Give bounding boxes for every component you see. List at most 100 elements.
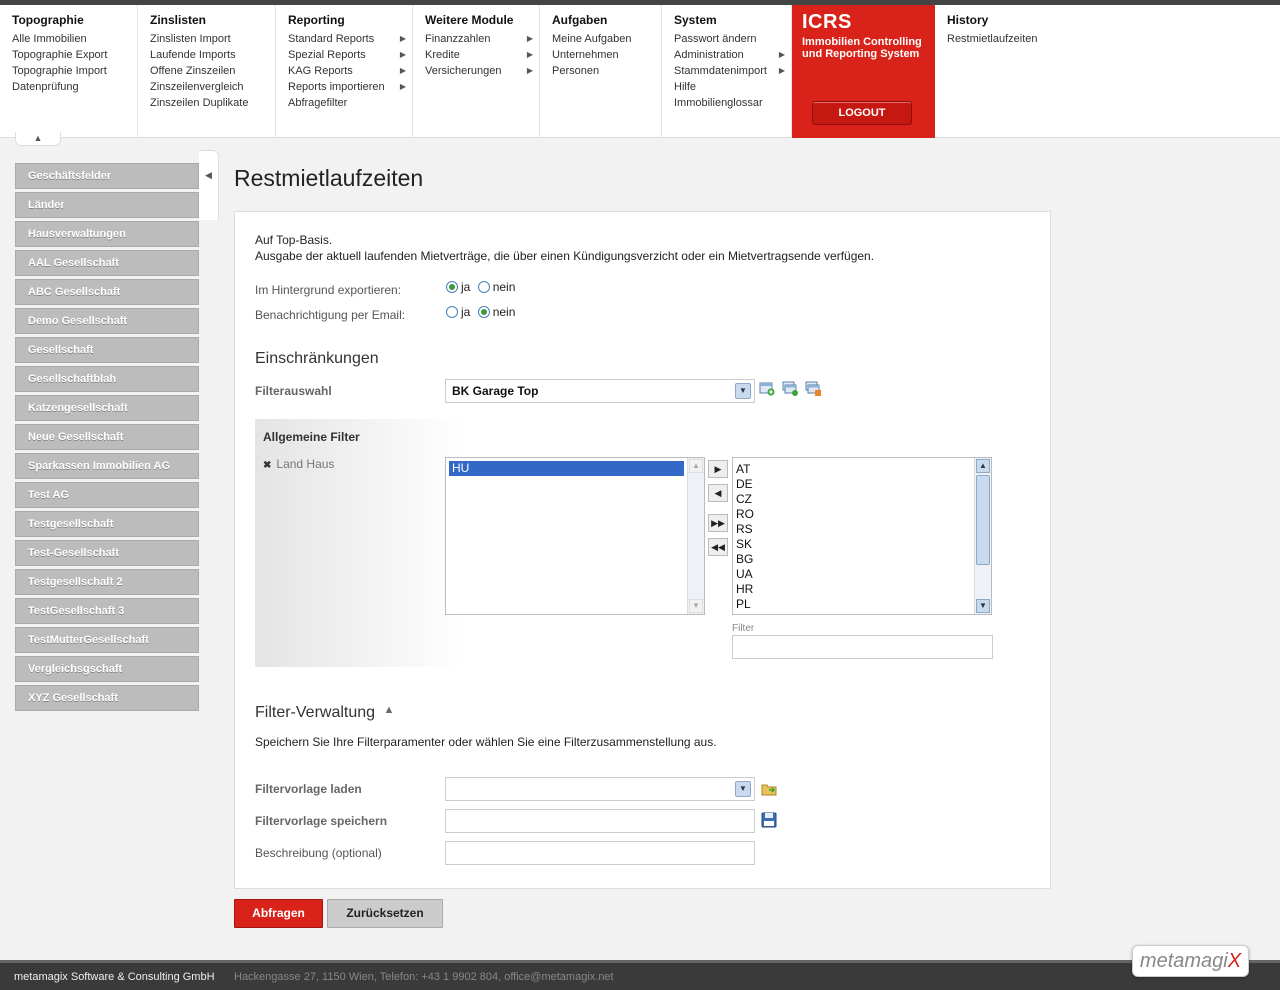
menu-item[interactable]: Offene Zinszeilen — [150, 63, 275, 79]
description-input[interactable] — [445, 841, 755, 865]
menu-title[interactable]: Reporting — [288, 13, 412, 27]
sidebar-item[interactable]: Vergleichsgschaft — [15, 656, 199, 682]
menu-item-label: Abfragefilter — [288, 97, 348, 109]
menu-item[interactable]: Personen — [552, 63, 661, 79]
menu-item[interactable]: Kredite ▶ — [425, 47, 539, 63]
menu-item[interactable]: Datenprüfung — [12, 79, 137, 95]
sidebar-toggle-icon[interactable]: ◀ — [205, 170, 212, 181]
sidebar-item[interactable]: Hausverwaltungen — [15, 221, 199, 247]
move-left-button[interactable]: ◀ — [708, 484, 728, 502]
sidebar-item[interactable]: XYZ Gesellschaft — [15, 685, 199, 711]
menu-item[interactable]: Zinszeilen Duplikate — [150, 95, 275, 111]
list-option[interactable]: BG — [733, 552, 991, 567]
menu-item[interactable]: Zinszeilenvergleich — [150, 79, 275, 95]
list-option[interactable]: RO — [733, 507, 991, 522]
menu-item[interactable]: Abfragefilter — [288, 95, 412, 111]
copy-filter-icon[interactable] — [782, 380, 798, 396]
sidebar-item[interactable]: Katzengesellschaft — [15, 395, 199, 421]
menu-item[interactable]: Finanzzahlen ▶ — [425, 31, 539, 47]
menu-item[interactable]: Zinslisten Import — [150, 31, 275, 47]
scroll-thumb[interactable] — [976, 475, 990, 565]
menu-item[interactable]: Administration ▶ — [674, 47, 791, 63]
sidebar-item[interactable]: Neue Gesellschaft — [15, 424, 199, 450]
scroll-up-icon[interactable]: ▲ — [976, 459, 990, 473]
menu-item[interactable]: Reports importieren ▶ — [288, 79, 412, 95]
scroll-up-icon[interactable]: ▲ — [689, 459, 703, 473]
sidebar-item[interactable]: Gesellschaft — [15, 337, 199, 363]
email-yes-radio[interactable] — [446, 306, 458, 318]
collapse-up-icon[interactable]: ▲ — [384, 704, 395, 716]
menu-title[interactable]: Zinslisten — [150, 13, 275, 27]
move-all-left-button[interactable]: ◀◀ — [708, 538, 728, 556]
sidebar-item[interactable]: Demo Gesellschaft — [15, 308, 199, 334]
sidebar-item[interactable]: TestGesellschaft 3 — [15, 598, 199, 624]
load-folder-icon[interactable] — [761, 781, 777, 797]
menu-item[interactable]: Standard Reports ▶ — [288, 31, 412, 47]
list-option[interactable]: CZ — [733, 492, 991, 507]
scroll-down-icon[interactable]: ▼ — [689, 599, 703, 613]
menu-title-history: History — [947, 13, 989, 27]
menu-item[interactable]: Topographie Export — [12, 47, 137, 63]
menu-item[interactable]: Passwort ändern — [674, 31, 791, 47]
menu-item[interactable]: Immobilienglossar — [674, 95, 791, 111]
sidebar-item[interactable]: ABC Gesellschaft — [15, 279, 199, 305]
list-option[interactable]: HR — [733, 582, 991, 597]
move-all-right-button[interactable]: ▶▶ — [708, 514, 728, 532]
sidebar-item[interactable]: Länder — [15, 192, 199, 218]
available-values-list[interactable]: AT DE CZ RO RS SK BG UA HR PL ▲ ▼ — [732, 457, 992, 615]
sidebar-item[interactable]: Geschäftsfelder — [15, 163, 199, 189]
list-option[interactable]: AT — [733, 462, 991, 477]
load-template-select[interactable]: ▼ — [445, 777, 755, 801]
submit-query-button[interactable]: Abfragen — [234, 899, 323, 928]
menu-item-history[interactable]: Restmietlaufzeiten — [947, 31, 1055, 47]
bg-export-yes-radio[interactable] — [446, 281, 458, 293]
sidebar-item[interactable]: Test-Gesellschaft — [15, 540, 199, 566]
move-right-button[interactable]: ▶ — [708, 460, 728, 478]
sidebar-item[interactable]: Testgesellschaft — [15, 511, 199, 537]
menu-title[interactable]: Weitere Module — [425, 13, 539, 27]
filter-select[interactable]: BK Garage Top ▼ — [445, 379, 755, 403]
menu-item[interactable]: Hilfe — [674, 79, 791, 95]
add-filter-icon[interactable] — [759, 380, 775, 396]
sidebar-item[interactable]: AAL Gesellschaft — [15, 250, 199, 276]
scroll-down-icon[interactable]: ▼ — [976, 599, 990, 613]
menu-item[interactable]: Laufende Imports — [150, 47, 275, 63]
sidebar-item[interactable]: TestMutterGesellschaft — [15, 627, 199, 653]
menu-item[interactable]: Versicherungen ▶ — [425, 63, 539, 79]
sidebar-item[interactable]: Testgesellschaft 2 — [15, 569, 199, 595]
list-option[interactable]: SK — [733, 537, 991, 552]
menu-title[interactable]: System — [674, 13, 791, 27]
menu-item[interactable]: Spezial Reports ▶ — [288, 47, 412, 63]
remove-icon[interactable]: ✖ — [263, 460, 271, 471]
sidebar-item[interactable]: Sparkassen Immobilien AG — [15, 453, 199, 479]
email-no-radio[interactable] — [477, 306, 490, 318]
bg-export-no-radio[interactable] — [477, 281, 490, 293]
menu-title[interactable]: Topographie — [12, 13, 137, 27]
list-option-selected[interactable]: HU — [449, 461, 684, 476]
list-option[interactable]: UA — [733, 567, 991, 582]
menu-item[interactable]: Unternehmen — [552, 47, 661, 63]
available-list-scrollbar[interactable]: ▲ ▼ — [974, 458, 991, 614]
logout-button[interactable]: LOGOUT — [812, 101, 912, 125]
icrs-subtitle: Immobilien Controlling und Reporting Sys… — [802, 36, 922, 60]
selected-list-scrollbar[interactable]: ▲ ▼ — [687, 458, 704, 614]
list-option[interactable]: RS — [733, 522, 991, 537]
menu-item[interactable]: Stammdatenimport ▶ — [674, 63, 791, 79]
list-filter-input[interactable] — [732, 635, 993, 659]
menu-item[interactable]: Topographie Import — [12, 63, 137, 79]
sidebar-item[interactable]: Gesellschaftblah — [15, 366, 199, 392]
menu-item[interactable]: KAG Reports ▶ — [288, 63, 412, 79]
save-disk-icon[interactable] — [761, 812, 777, 828]
menu-item[interactable]: Alle Immobilien — [12, 31, 137, 47]
menu-title[interactable]: Aufgaben — [552, 13, 661, 27]
list-option[interactable]: DE — [733, 477, 991, 492]
selected-values-list[interactable]: HU ▲ ▼ — [445, 457, 705, 615]
filter-item-land-haus[interactable]: ✖ Land Haus — [263, 457, 334, 471]
reset-button[interactable]: Zurücksetzen — [327, 899, 443, 928]
save-template-input[interactable] — [445, 809, 755, 833]
list-option[interactable]: PL — [733, 597, 991, 612]
menu-item[interactable]: Meine Aufgaben — [552, 31, 661, 47]
delete-filter-icon[interactable] — [805, 380, 821, 396]
sidebar-item[interactable]: Test AG — [15, 482, 199, 508]
collapse-menu-button[interactable]: ▲ — [15, 132, 61, 146]
